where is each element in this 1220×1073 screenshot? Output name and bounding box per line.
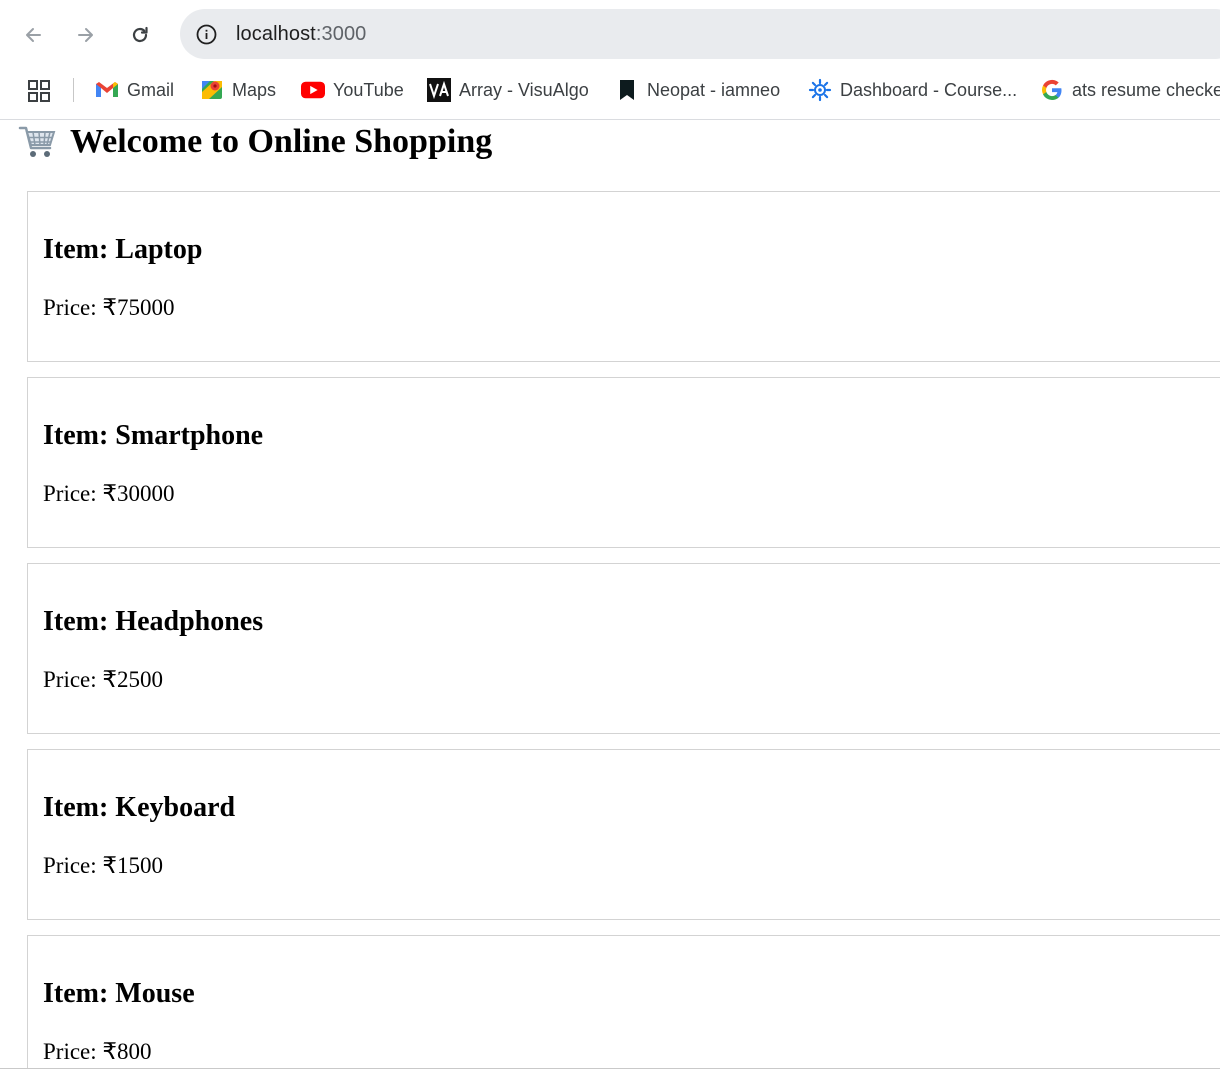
url-host: localhost: [236, 23, 316, 45]
url-text[interactable]: localhost:3000: [236, 23, 366, 46]
product-list: Item: Laptop Price: ₹75000 Item: Smartph…: [27, 191, 1220, 1073]
viewport-bottom-edge: [0, 1068, 1220, 1073]
forward-arrow-icon: [78, 28, 93, 42]
product-price: Price: ₹1500: [43, 853, 163, 879]
bookmark-label: ats resume checker: [1072, 79, 1220, 100]
product-name: Item: Headphones: [43, 606, 263, 638]
price-value: 30000: [117, 481, 175, 506]
bookmark-label: Gmail: [127, 79, 175, 100]
bookmark-gmail[interactable]: Gmail: [95, 76, 174, 104]
reload-button[interactable]: [122, 17, 158, 53]
product-card-keyboard: Item: Keyboard Price: ₹1500: [27, 749, 1220, 920]
bookmarks-divider: [73, 78, 74, 102]
price-prefix: Price: ₹: [43, 667, 118, 692]
item-prefix: Item:: [43, 606, 116, 637]
item-name: Mouse: [115, 978, 195, 1009]
price-prefix: Price: ₹: [43, 853, 118, 878]
bookmarks-bar: [0, 68, 1220, 120]
item-name: Smartphone: [115, 420, 264, 451]
bookmark-ats-resume-checker[interactable]: ats resume checker: [1040, 76, 1220, 104]
product-name: Item: Mouse: [43, 978, 195, 1010]
page-title-text: Welcome to Online Shopping: [70, 123, 493, 160]
bookmark-label: YouTube: [333, 79, 404, 100]
bookmark-label: Array - VisuAlgo: [459, 79, 589, 100]
product-name: Item: Laptop: [43, 234, 202, 266]
item-prefix: Item:: [43, 792, 116, 823]
price-prefix: Price: ₹: [43, 1039, 118, 1064]
neopat-icon: [615, 78, 639, 102]
youtube-icon: [301, 78, 325, 102]
visualgo-icon: [427, 78, 451, 102]
bookmark-visualgo[interactable]: Array - VisuAlgo: [427, 76, 589, 104]
price-value: 1500: [117, 853, 164, 878]
bookmark-label: Maps: [232, 79, 277, 100]
page-title: Welcome to Online Shopping: [18, 122, 492, 162]
product-name: Item: Keyboard: [43, 792, 235, 824]
item-prefix: Item:: [43, 978, 116, 1009]
product-price: Price: ₹75000: [43, 295, 175, 321]
reload-icon: [132, 26, 148, 43]
bookmark-label: Dashboard - Course...: [840, 79, 1018, 100]
site-info-icon[interactable]: [196, 24, 217, 45]
product-card-smartphone: Item: Smartphone Price: ₹30000: [27, 377, 1220, 548]
price-prefix: Price: ₹: [43, 481, 118, 506]
price-value: 800: [117, 1039, 152, 1064]
url-port: :3000: [315, 23, 367, 45]
price-value: 75000: [117, 295, 175, 320]
product-card-mouse: Item: Mouse Price: ₹800: [27, 935, 1220, 1073]
apps-grid-icon[interactable]: [27, 79, 51, 103]
bookmark-youtube[interactable]: YouTube: [301, 76, 404, 104]
bookmark-label: Neopat - iamneo: [647, 79, 781, 100]
address-bar[interactable]: localhost:3000: [180, 9, 1220, 59]
item-name: Laptop: [115, 234, 203, 265]
item-name: Headphones: [115, 606, 264, 637]
product-price: Price: ₹800: [43, 1039, 152, 1065]
product-name: Item: Smartphone: [43, 420, 263, 452]
item-prefix: Item:: [43, 420, 116, 451]
price-prefix: Price: ₹: [43, 295, 118, 320]
maps-icon: [200, 78, 224, 102]
bookmark-maps[interactable]: Maps: [200, 76, 276, 104]
item-prefix: Item:: [43, 234, 116, 265]
gmail-icon: [95, 78, 119, 102]
product-price: Price: ₹30000: [43, 481, 175, 507]
product-card-headphones: Item: Headphones Price: ₹2500: [27, 563, 1220, 734]
price-value: 2500: [117, 667, 164, 692]
browser-toolbar: localhost:3000: [0, 0, 1220, 68]
shopping-cart-emoji: [18, 126, 56, 157]
dashboard-gear-icon: [808, 78, 832, 102]
forward-button[interactable]: [68, 17, 104, 53]
bookmark-dashboard[interactable]: Dashboard - Course...: [808, 76, 1017, 104]
back-arrow-icon: [26, 28, 41, 42]
product-price: Price: ₹2500: [43, 667, 163, 693]
product-card-laptop: Item: Laptop Price: ₹75000: [27, 191, 1220, 362]
back-button[interactable]: [15, 17, 51, 53]
bookmark-neopat[interactable]: Neopat - iamneo: [615, 76, 780, 104]
google-icon: [1040, 78, 1064, 102]
item-name: Keyboard: [115, 792, 236, 823]
